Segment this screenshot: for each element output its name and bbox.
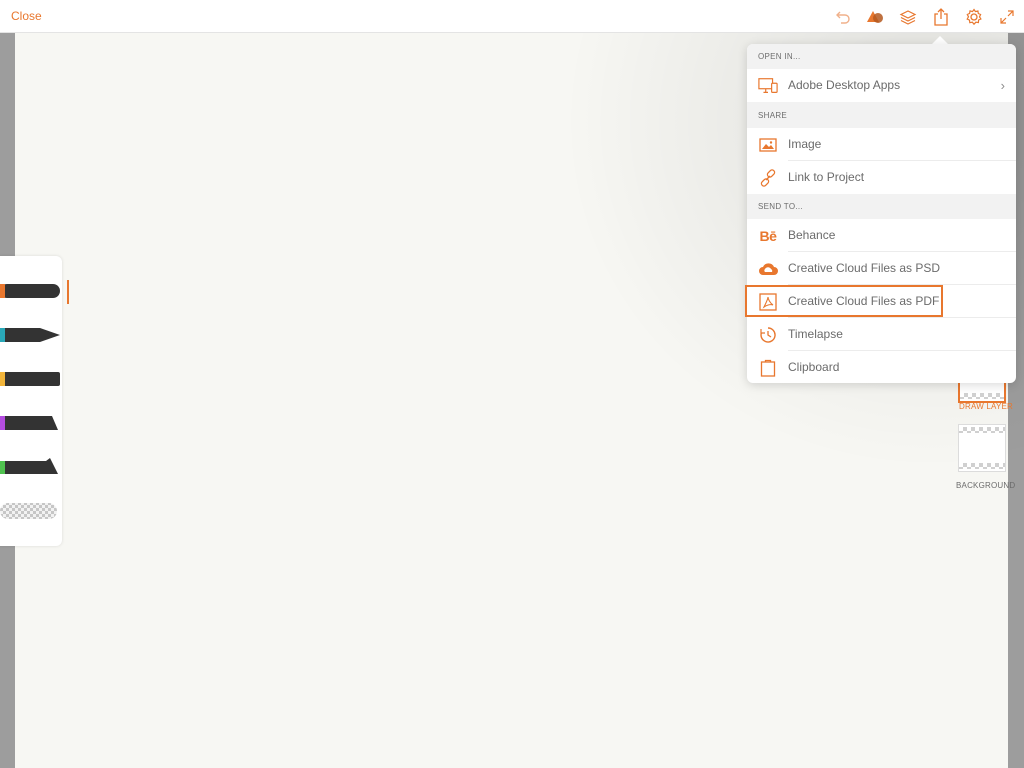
menu-item-behance[interactable]: Bē Behance <box>747 219 1016 252</box>
open-in-header: OPEN IN... <box>747 44 1016 69</box>
menu-item-adobe-desktop-apps[interactable]: Adobe Desktop Apps › <box>747 69 1016 102</box>
brush-selected-indicator <box>67 280 69 304</box>
share-header: SHARE <box>747 102 1016 128</box>
brush-1[interactable] <box>0 282 60 300</box>
creative-cloud-icon <box>758 259 778 279</box>
menu-item-clipboard[interactable]: Clipboard <box>747 351 1016 383</box>
draw-layer-label: DRAW LAYER <box>959 402 1014 411</box>
brush-3[interactable] <box>0 370 60 388</box>
menu-item-cc-pdf[interactable]: Creative Cloud Files as PDF <box>747 285 1016 318</box>
menu-item-label: Behance <box>788 228 836 242</box>
clipboard-icon <box>758 358 778 378</box>
brush-2[interactable] <box>0 326 60 344</box>
link-icon <box>758 168 778 188</box>
pdf-icon <box>758 292 778 312</box>
menu-item-label: Image <box>788 137 822 151</box>
close-button[interactable]: Close <box>11 9 42 23</box>
background-layer-thumbnail[interactable] <box>958 424 1006 472</box>
undo-icon[interactable] <box>832 6 854 28</box>
background-layer-label: BACKGROUND <box>956 481 1016 490</box>
brush-4[interactable] <box>0 414 58 432</box>
brush-5[interactable] <box>0 458 58 476</box>
menu-item-cc-psd[interactable]: Creative Cloud Files as PSD <box>747 252 1016 285</box>
brush-panel <box>0 256 62 546</box>
menu-item-label: Creative Cloud Files as PSD <box>788 261 941 275</box>
eraser[interactable] <box>0 502 57 520</box>
layers-icon[interactable] <box>897 6 919 28</box>
shape-icon[interactable] <box>864 6 886 28</box>
menu-item-label: Adobe Desktop Apps <box>788 78 901 92</box>
top-toolbar: Close <box>0 0 1024 33</box>
menu-item-label: Clipboard <box>788 360 840 374</box>
menu-item-label: Link to Project <box>788 170 865 184</box>
image-icon <box>758 135 778 155</box>
chevron-right-icon: › <box>1000 78 1005 93</box>
menu-item-label: Timelapse <box>788 327 843 341</box>
timelapse-icon <box>758 325 778 345</box>
desktop-apps-icon <box>758 76 778 96</box>
expand-icon[interactable] <box>996 6 1018 28</box>
share-icon[interactable] <box>930 6 952 28</box>
menu-item-timelapse[interactable]: Timelapse <box>747 318 1016 351</box>
menu-item-link-to-project[interactable]: Link to Project <box>747 161 1016 194</box>
share-popover: OPEN IN... Adobe Desktop Apps › SHARE Im… <box>747 44 1016 383</box>
send-to-header: SEND TO... <box>747 194 1016 219</box>
settings-icon[interactable] <box>963 6 985 28</box>
menu-item-label: Creative Cloud Files as PDF <box>788 294 940 308</box>
menu-item-image[interactable]: Image <box>747 128 1016 161</box>
behance-icon: Bē <box>759 228 777 244</box>
